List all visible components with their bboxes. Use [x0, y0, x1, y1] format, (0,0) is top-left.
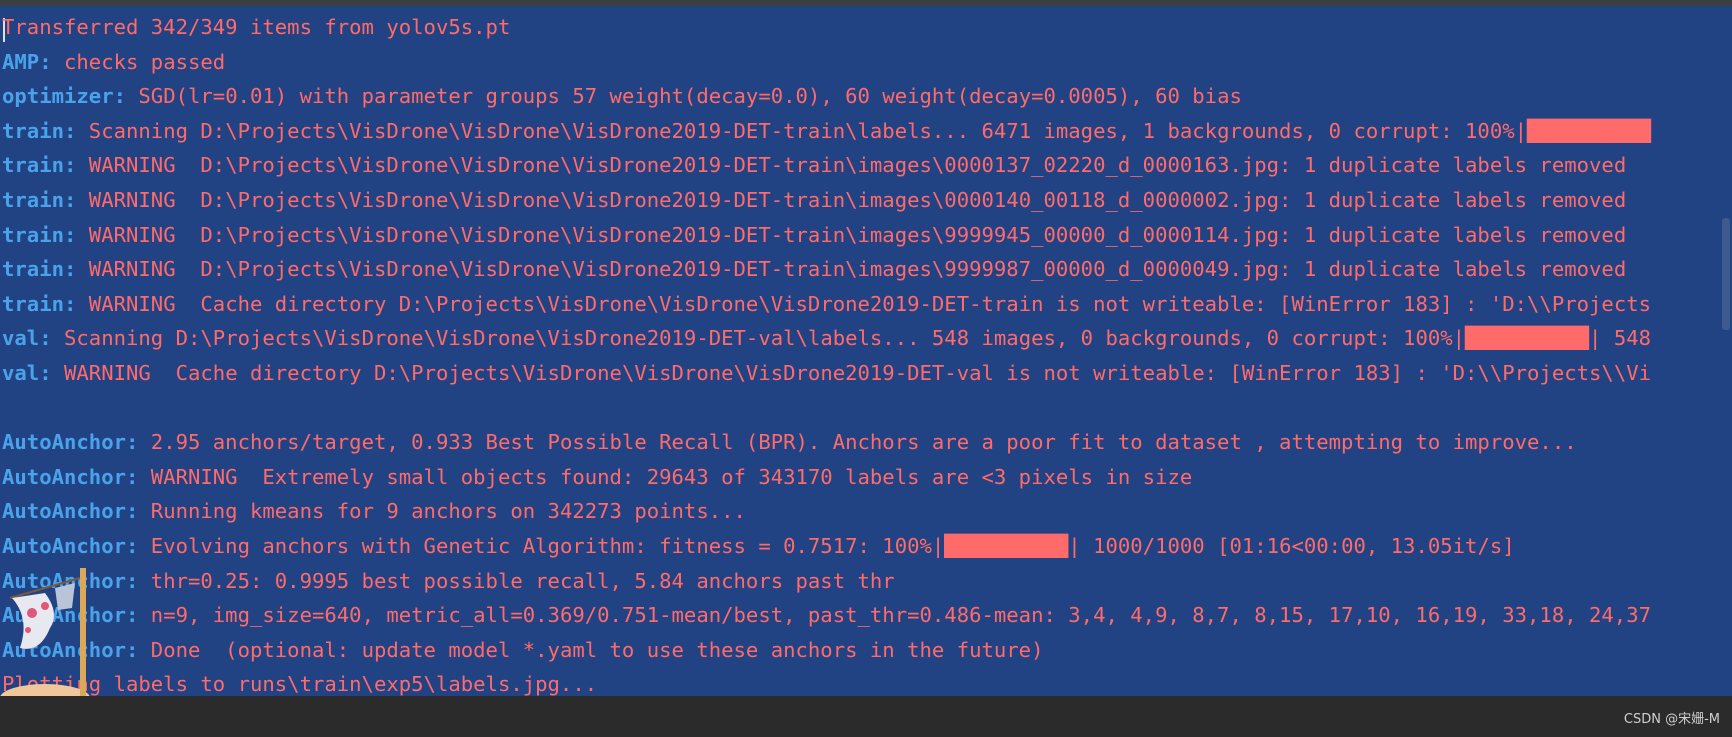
terminal-line: train: WARNING Cache directory D:\Projec… — [2, 287, 1732, 322]
log-text: WARNING D:\Projects\VisDrone\VisDrone\Vi… — [76, 222, 1627, 247]
log-text: Transferred 342/349 items from yolov5s.p… — [2, 15, 511, 39]
log-text: Scanning D:\Projects\VisDrone\VisDrone\V… — [76, 118, 1528, 143]
log-text: Scanning D:\Projects\VisDrone\VisDrone\V… — [51, 326, 1466, 351]
log-text: Done (optional: update model *.yaml to u… — [138, 637, 1044, 662]
terminal-line: Plotting labels to runs\train\exp5\label… — [2, 667, 1732, 696]
log-tag: train: — [2, 118, 77, 143]
log-tag: train: — [2, 291, 77, 316]
log-text: WARNING Cache directory D:\Projects\VisD… — [76, 291, 1652, 316]
log-tag: val: — [2, 360, 52, 385]
terminal-line: val: Scanning D:\Projects\VisDrone\VisDr… — [2, 321, 1732, 356]
log-text: WARNING Extremely small objects found: 2… — [138, 464, 1193, 489]
terminal-line: train: WARNING D:\Projects\VisDrone\VisD… — [2, 218, 1732, 253]
log-text: WARNING D:\Projects\VisDrone\VisDrone\Vi… — [76, 153, 1627, 178]
progress-bar: ██████████ — [944, 533, 1069, 558]
progress-bar: ██████████ — [1465, 326, 1590, 351]
log-tag: train: — [2, 187, 77, 212]
log-tag: AMP: — [2, 49, 52, 74]
log-tail: | 548 — [1589, 326, 1652, 351]
terminal-line: AMP: checks passed — [2, 45, 1732, 80]
terminal-line: Transferred 342/349 items from yolov5s.p… — [2, 10, 1732, 45]
log-tag: val: — [2, 326, 52, 351]
log-text: Running kmeans for 9 anchors on 342273 p… — [138, 499, 746, 524]
log-tail: | 1000/1000 [01:16<00:00, 13.05it/s] — [1068, 533, 1515, 558]
log-text: WARNING Cache directory D:\Projects\VisD… — [51, 360, 1652, 385]
sticker-mascot-image — [0, 568, 90, 696]
log-tag: train: — [2, 153, 77, 178]
terminal-line: AutoAnchor: Done (optional: update model… — [2, 633, 1732, 668]
scrollbar[interactable] — [1720, 6, 1732, 696]
log-text: n=9, img_size=640, metric_all=0.369/0.75… — [138, 603, 1652, 628]
log-text: Evolving anchors with Genetic Algorithm:… — [138, 533, 945, 558]
terminal-lines: Transferred 342/349 items from yolov5s.p… — [2, 10, 1732, 696]
watermark-text: CSDN @宋姗-M — [1623, 712, 1720, 727]
terminal-line: optimizer: SGD(lr=0.01) with parameter g… — [2, 79, 1732, 114]
log-text: WARNING D:\Projects\VisDrone\VisDrone\Vi… — [76, 187, 1627, 212]
log-tag: AutoAnchor: — [2, 464, 139, 489]
terminal-line: AutoAnchor: Evolving anchors with Geneti… — [2, 529, 1732, 564]
progress-bar: ██████████ — [1527, 118, 1652, 143]
log-text: 2.95 anchors/target, 0.933 Best Possible… — [138, 430, 1577, 455]
log-text: checks passed — [51, 49, 226, 74]
log-tag: train: — [2, 222, 77, 247]
terminal-line: train: WARNING D:\Projects\VisDrone\VisD… — [2, 183, 1732, 218]
terminal-output[interactable]: Transferred 342/349 items from yolov5s.p… — [0, 6, 1732, 696]
terminal-line: val: WARNING Cache directory D:\Projects… — [2, 356, 1732, 391]
log-tag: train: — [2, 257, 77, 282]
terminal-line: AutoAnchor: 2.95 anchors/target, 0.933 B… — [2, 425, 1732, 460]
log-tag: AutoAnchor: — [2, 499, 139, 524]
log-tag: AutoAnchor: — [2, 430, 139, 455]
log-tag: AutoAnchor: — [2, 533, 139, 558]
terminal-line: AutoAnchor: thr=0.25: 0.9995 best possib… — [2, 564, 1732, 599]
status-bar: CSDN @宋姗-M — [0, 696, 1732, 737]
terminal-line: train: WARNING D:\Projects\VisDrone\VisD… — [2, 252, 1732, 287]
log-text: SGD(lr=0.01) with parameter groups 57 we… — [126, 84, 1242, 109]
terminal-line: AutoAnchor: Running kmeans for 9 anchors… — [2, 494, 1732, 529]
terminal-line: AutoAnchor: n=9, img_size=640, metric_al… — [2, 598, 1732, 633]
terminal-line: train: WARNING D:\Projects\VisDrone\VisD… — [2, 148, 1732, 183]
log-text: thr=0.25: 0.9995 best possible recall, 5… — [138, 568, 895, 593]
terminal-line: train: Scanning D:\Projects\VisDrone\Vis… — [2, 114, 1732, 149]
terminal-line: AutoAnchor: WARNING Extremely small obje… — [2, 460, 1732, 495]
scrollbar-thumb[interactable] — [1722, 218, 1730, 330]
log-text: WARNING D:\Projects\VisDrone\VisDrone\Vi… — [76, 257, 1627, 282]
log-tag: optimizer: — [2, 84, 126, 109]
